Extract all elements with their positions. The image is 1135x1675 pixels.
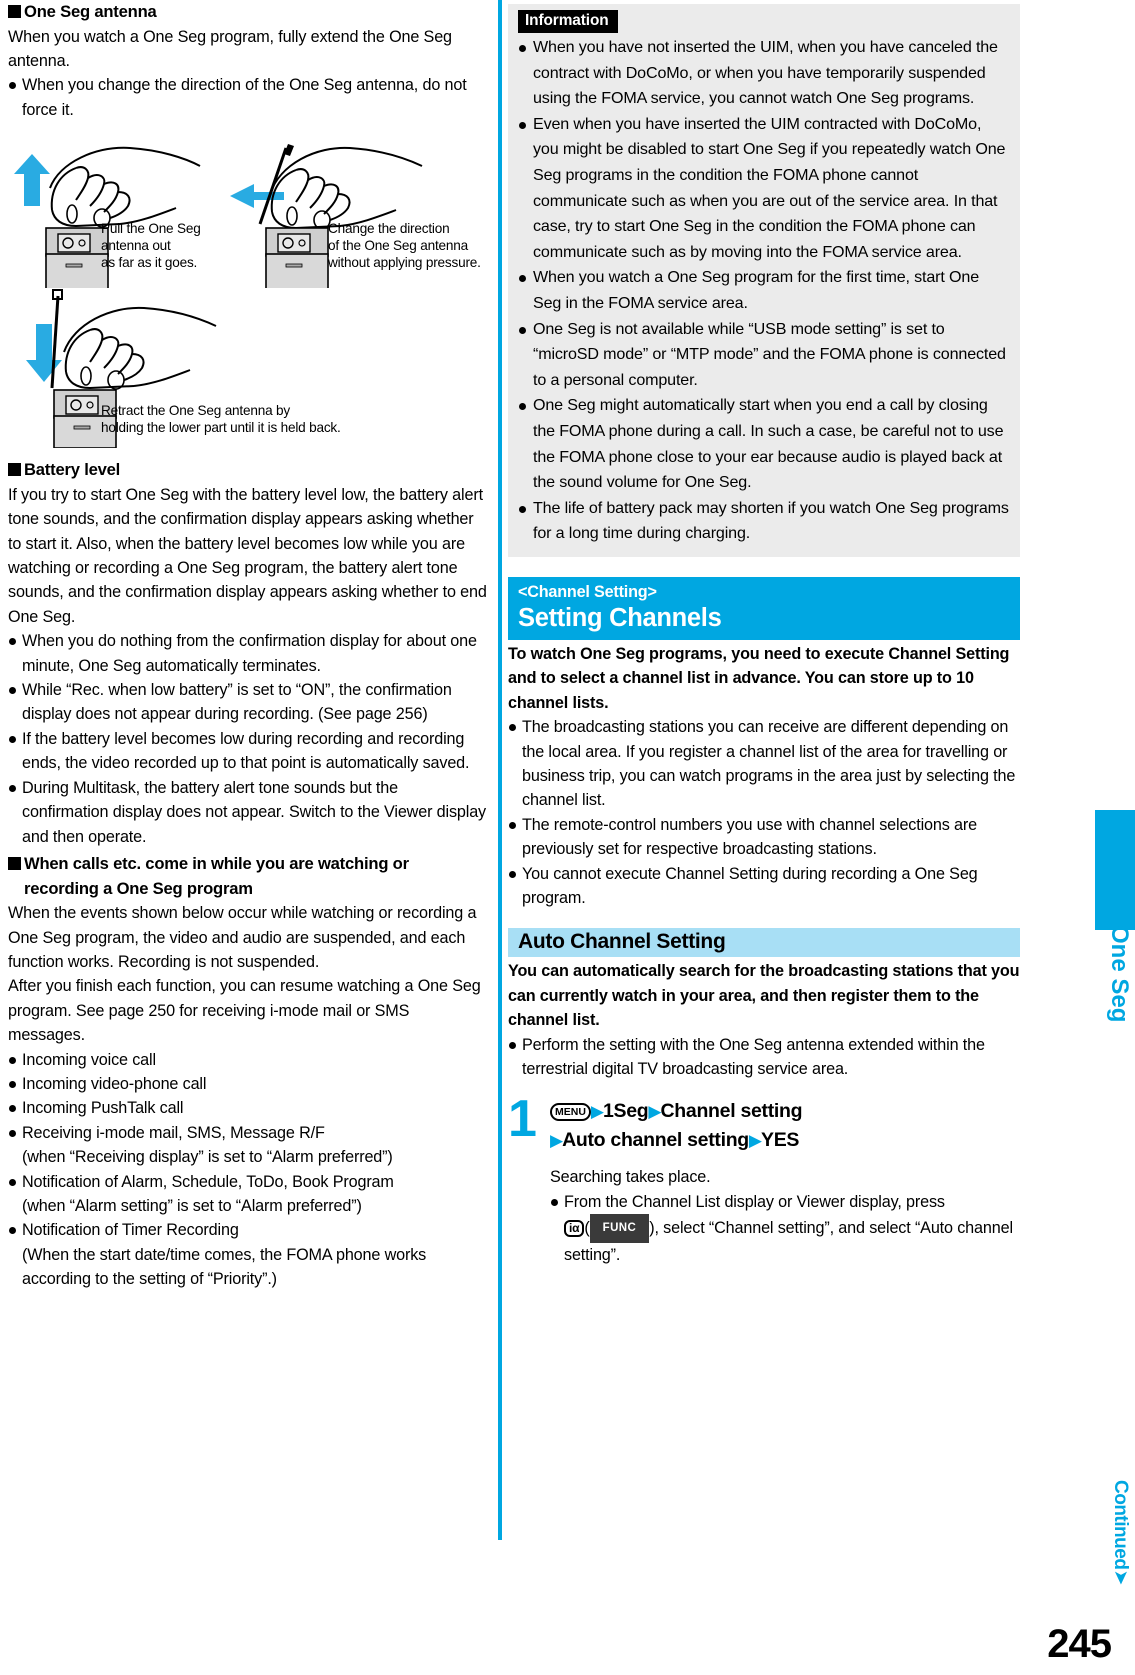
section-eyebrow: <Channel Setting> bbox=[518, 582, 657, 601]
list-item: If the battery level becomes low during … bbox=[8, 727, 488, 776]
heading-one-seg-antenna: One Seg antenna bbox=[8, 0, 488, 25]
list-item: The remote-control numbers you use with … bbox=[508, 813, 1020, 862]
list-item: When you change the direction of the One… bbox=[8, 73, 488, 122]
side-tab-label: One Seg bbox=[1106, 925, 1133, 1023]
list-item: Perform the setting with the One Seg ant… bbox=[508, 1033, 1020, 1082]
auto-channel-lead: You can automatically search for the bro… bbox=[508, 962, 1020, 1030]
arrow-icon: ▶ bbox=[648, 1102, 661, 1122]
step-option-yes[interactable]: YES bbox=[761, 1129, 799, 1151]
list-item: While “Rec. when low battery” is set to … bbox=[8, 678, 488, 727]
step-1: 1 MENU ▶1Seg▶Channel setting ▶Auto channe… bbox=[508, 1090, 1020, 1155]
step-note-list: From the Channel List display or Viewer … bbox=[550, 1190, 1020, 1267]
figure-caption: Change the direction of the One Seg ante… bbox=[328, 221, 481, 271]
list-item-sub: (when “Receiving display” is set to “Ala… bbox=[22, 1148, 393, 1167]
figure-caption: Pull the One Seg antenna out as far as i… bbox=[101, 221, 201, 271]
list-item: Receiving i-mode mail, SMS, Message R/F bbox=[8, 1121, 488, 1145]
channel-setting-bullet-list: The broadcasting stations you can receiv… bbox=[508, 715, 1020, 910]
information-box: Information When you have not inserted t… bbox=[508, 4, 1020, 557]
heading-text: One Seg antenna bbox=[24, 2, 157, 21]
column-divider bbox=[498, 0, 502, 1540]
list-item: You cannot execute Channel Setting durin… bbox=[508, 862, 1020, 911]
channel-setting-lead: To watch One Seg programs, you need to e… bbox=[508, 644, 1010, 712]
information-tag: Information bbox=[518, 10, 618, 33]
heading-when-calls-come-in: When calls etc. come in while you are wa… bbox=[8, 852, 488, 901]
list-item: Incoming video-phone call bbox=[8, 1072, 488, 1096]
list-item: One Seg is not available while “USB mode… bbox=[518, 317, 1010, 394]
page-number: 245 bbox=[1047, 1622, 1112, 1666]
manual-page: One Seg antenna When you watch a One Seg… bbox=[0, 0, 1135, 1675]
arrow-icon: ▶ bbox=[748, 1131, 762, 1151]
list-item: One Seg might automatically start when y… bbox=[518, 393, 1010, 495]
heading-text-line2: recording a One Seg program bbox=[24, 878, 253, 898]
continued-text: Continued bbox=[1110, 1480, 1131, 1570]
auto-channel-bullet-list: Perform the setting with the One Seg ant… bbox=[508, 1033, 1020, 1082]
list-item: Notification of Timer Recording bbox=[8, 1218, 488, 1242]
list-item: Incoming voice call bbox=[8, 1048, 488, 1072]
list-item: When you do nothing from the confirmatio… bbox=[8, 629, 488, 678]
antenna-bullet-list: When you change the direction of the One… bbox=[8, 73, 488, 122]
information-bullet-list: When you have not inserted the UIM, when… bbox=[518, 35, 1010, 547]
heading-text: Battery level bbox=[24, 460, 121, 480]
section-title: Setting Channels bbox=[518, 603, 722, 632]
heading-battery-level: Battery level bbox=[8, 458, 488, 483]
step-note-part-1: From the Channel List display or Viewer … bbox=[564, 1192, 945, 1211]
list-item-sub: according to the setting of “Priority”.) bbox=[22, 1270, 277, 1289]
func-softkey-label[interactable]: FUNC bbox=[589, 1214, 650, 1243]
function-key-icon[interactable]: iα bbox=[564, 1220, 585, 1238]
calls-paragraph-1: When the events shown below occur while … bbox=[8, 904, 477, 971]
step-option-auto-channel-setting[interactable]: Auto channel setting bbox=[562, 1129, 749, 1151]
arrow-icon: ▶ bbox=[550, 1131, 563, 1151]
list-item: The life of battery pack may shorten if … bbox=[518, 496, 1010, 547]
right-column: Information When you have not inserted t… bbox=[508, 4, 1020, 1267]
battery-bullet-list: When you do nothing from the confirmatio… bbox=[8, 629, 488, 849]
step-instruction: MENU ▶1Seg▶Channel setting ▶Auto channel … bbox=[550, 1097, 1020, 1155]
arrow-icon: ▶ bbox=[590, 1102, 604, 1122]
black-square-bullet-icon bbox=[8, 856, 21, 870]
list-item: When you watch a One Seg program for the… bbox=[518, 265, 1010, 316]
antenna-intro-paragraph: When you watch a One Seg program, fully … bbox=[8, 27, 452, 70]
figure-caption: Retract the One Seg antenna by holding t… bbox=[101, 403, 341, 436]
left-column: One Seg antenna When you watch a One Seg… bbox=[8, 0, 488, 1292]
list-item: The broadcasting stations you can receiv… bbox=[508, 715, 1020, 813]
black-square-bullet-icon bbox=[8, 463, 21, 477]
list-item: Notification of Alarm, Schedule, ToDo, B… bbox=[8, 1170, 488, 1194]
list-item: When you have not inserted the UIM, when… bbox=[518, 35, 1010, 112]
step-1-body: Searching takes place. From the Channel … bbox=[550, 1165, 1020, 1267]
step-option-1seg[interactable]: 1Seg bbox=[603, 1100, 649, 1122]
section-header-setting-channels: <Channel Setting> Setting Channels bbox=[508, 576, 1020, 640]
antenna-illustrations: Pull the One Seg antenna out as far as i… bbox=[8, 126, 488, 456]
step-number: 1 bbox=[508, 1090, 537, 1149]
menu-key-icon[interactable]: MENU bbox=[550, 1103, 591, 1122]
side-tab-block bbox=[1095, 810, 1135, 930]
continued-label: Continued➤ bbox=[1110, 1480, 1131, 1585]
black-square-bullet-icon bbox=[8, 5, 21, 18]
heading-text-line1: When calls etc. come in while you are wa… bbox=[24, 853, 409, 873]
step-option-channel-setting[interactable]: Channel setting bbox=[661, 1100, 803, 1122]
step-result-text: Searching takes place. bbox=[550, 1168, 711, 1187]
battery-paragraph: If you try to start One Seg with the bat… bbox=[8, 485, 487, 626]
subsection-header-auto-channel-setting: Auto Channel Setting bbox=[508, 928, 1020, 958]
list-item: Even when you have inserted the UIM cont… bbox=[518, 112, 1010, 266]
list-item-sub: (When the start date/time comes, the FOM… bbox=[22, 1245, 427, 1264]
list-item: From the Channel List display or Viewer … bbox=[550, 1190, 1020, 1267]
list-item: Incoming PushTalk call bbox=[8, 1096, 488, 1120]
calls-bullet-list: Incoming voice call Incoming video-phone… bbox=[8, 1048, 488, 1292]
list-item-sub: (when “Alarm setting” is set to “Alarm p… bbox=[22, 1196, 362, 1215]
list-item: During Multitask, the battery alert tone… bbox=[8, 776, 488, 849]
calls-paragraph-2: After you finish each function, you can … bbox=[8, 977, 481, 1045]
